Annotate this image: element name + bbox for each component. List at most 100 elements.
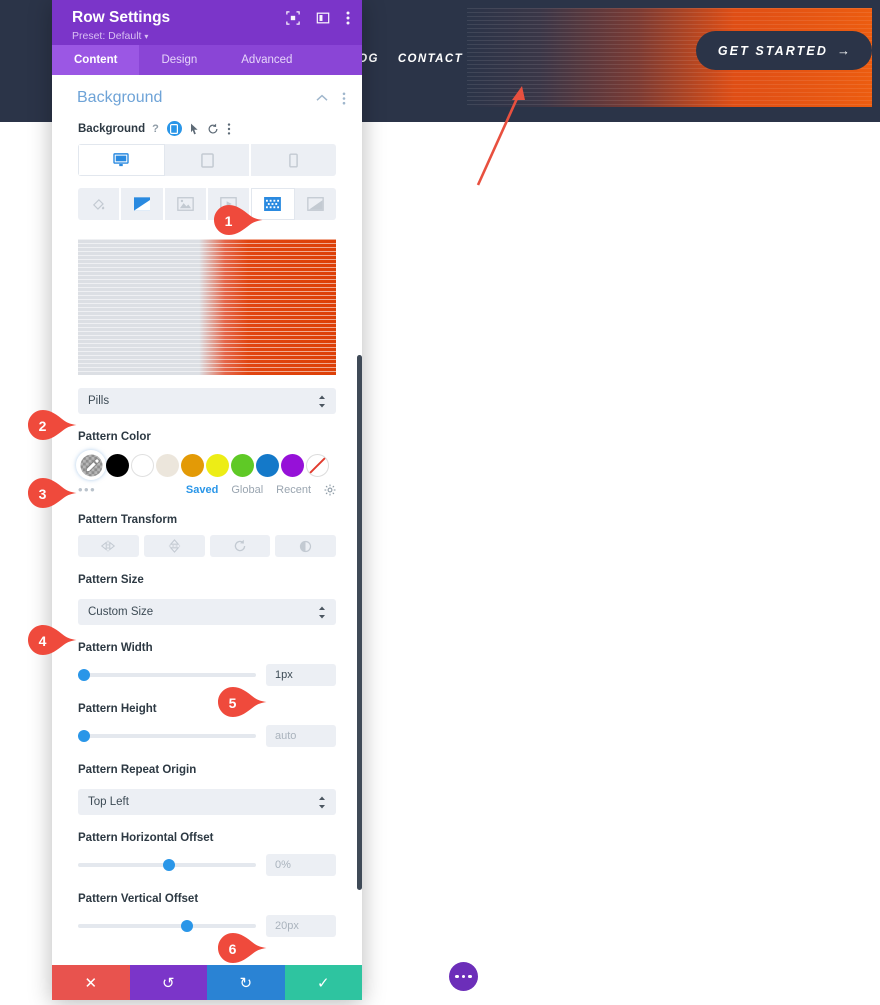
pattern-color-swatch-black[interactable] (106, 453, 129, 477)
pattern-width-value[interactable]: 1px (266, 664, 336, 686)
pattern-color-swatch-none[interactable] (306, 453, 329, 477)
device-tab-desktop[interactable] (78, 144, 165, 176)
device-tab-tablet[interactable] (164, 144, 252, 176)
pattern-color-meta: ••• Saved Global Recent (78, 482, 336, 497)
background-field-label: Background (78, 122, 146, 135)
responsive-toggle-icon[interactable] (166, 121, 182, 136)
pattern-height-value[interactable]: auto (266, 725, 336, 747)
overflow-menu-icon[interactable] (342, 92, 346, 105)
tablet-icon (200, 152, 214, 168)
pattern-width-row: 1px (78, 664, 336, 686)
image-icon (177, 197, 194, 211)
background-type-color-fill[interactable] (78, 188, 122, 220)
pattern-color-swatch-orange[interactable] (181, 453, 204, 477)
modal-header: Row Settings Preset: Default ▾ (52, 0, 362, 45)
pattern-transform-buttons (78, 535, 336, 557)
pattern-vertical-offset-slider[interactable] (78, 920, 256, 932)
pattern-color-swatch-yellow[interactable] (206, 453, 229, 477)
tab-design[interactable]: Design (139, 45, 219, 75)
gear-icon[interactable] (324, 484, 336, 496)
rotate-icon[interactable] (209, 535, 271, 557)
hover-cursor-icon[interactable] (190, 123, 199, 135)
pattern-horizontal-offset-slider[interactable] (78, 859, 256, 871)
undo-button[interactable]: ↺ (129, 965, 207, 1000)
annotation-marker-4: 4 (26, 624, 78, 656)
background-type-mask[interactable] (294, 188, 336, 220)
pattern-size-select[interactable]: Custom Size (78, 599, 336, 625)
pattern-color-eyedropper[interactable] (78, 452, 104, 478)
annotation-arrow-icon (476, 86, 525, 186)
phone-icon (289, 152, 298, 168)
spinner-icon (318, 606, 326, 619)
paint-bucket-icon (93, 198, 105, 210)
reset-icon[interactable] (207, 123, 219, 135)
more-dots-icon (455, 974, 459, 979)
get-started-label: GET STARTED (717, 43, 828, 58)
redo-button[interactable]: ↻ (207, 965, 285, 1000)
more-dots-icon (468, 974, 472, 979)
modal-tabs: Content Design Advanced (52, 45, 362, 75)
preset-selector[interactable]: Preset: Default ▾ (72, 30, 348, 42)
background-type-tabs (78, 188, 336, 220)
color-tab-saved[interactable]: Saved (186, 484, 218, 496)
pattern-height-slider[interactable] (78, 730, 256, 742)
annotation-marker-5: 5 (216, 686, 268, 718)
annotation-marker-3: 3 (26, 477, 78, 509)
spinner-icon (318, 395, 326, 408)
background-section-header[interactable]: Background (52, 75, 362, 117)
more-colors-icon[interactable]: ••• (78, 482, 186, 497)
pattern-width-slider[interactable] (78, 669, 256, 681)
device-tab-phone[interactable] (251, 144, 336, 176)
invert-icon[interactable] (275, 535, 336, 557)
more-dots-icon (461, 974, 466, 979)
background-type-gradient[interactable] (121, 188, 165, 220)
layout-panel-icon[interactable] (316, 11, 330, 25)
section-title: Background (77, 89, 163, 106)
page-options-fab[interactable] (449, 962, 478, 991)
save-button[interactable]: ✓ (284, 965, 362, 1000)
pattern-color-swatch-white[interactable] (131, 453, 154, 477)
pattern-color-swatches (78, 452, 336, 478)
pattern-height-row: auto (78, 725, 336, 747)
tab-content[interactable]: Content (52, 45, 140, 75)
tab-advanced[interactable]: Advanced (219, 45, 314, 75)
modal-header-actions (286, 11, 350, 25)
overflow-menu-icon[interactable] (227, 122, 231, 135)
modal-footer: ✕ ↺ ↻ ✓ (52, 965, 362, 1000)
chevron-down-icon: ▾ (144, 32, 149, 41)
chevron-up-icon[interactable] (316, 94, 328, 102)
pattern-select[interactable]: Pills (78, 388, 336, 414)
spinner-icon (318, 796, 326, 809)
pattern-color-swatch-cream[interactable] (156, 453, 179, 477)
get-started-button[interactable]: GET STARTED → (695, 31, 872, 70)
row-settings-modal: Row Settings Preset: Default ▾ Content D… (52, 0, 362, 1000)
pattern-color-swatch-green[interactable] (231, 453, 254, 477)
fullscreen-icon[interactable] (286, 11, 300, 25)
marker-number: 4 (38, 632, 47, 649)
preset-label: Preset: Default (72, 30, 142, 42)
pattern-repeat-origin-select[interactable]: Top Left (78, 789, 336, 815)
background-type-image[interactable] (164, 188, 208, 220)
pattern-color-swatch-blue[interactable] (256, 453, 279, 477)
nav-item-contact[interactable]: CONTACT (398, 53, 463, 65)
eyedropper-icon (79, 453, 103, 477)
overflow-menu-icon[interactable] (346, 11, 350, 25)
help-icon[interactable]: ? (152, 123, 159, 135)
mask-icon (306, 197, 324, 211)
modal-body: Background Background ? Pills Pattern Co… (52, 75, 362, 965)
arrow-right-icon: → (837, 43, 850, 58)
pattern-color-swatch-purple[interactable] (281, 453, 304, 477)
flip-horizontal-icon[interactable] (78, 535, 139, 557)
cancel-button[interactable]: ✕ (52, 965, 130, 1000)
flip-vertical-icon[interactable] (143, 535, 205, 557)
color-tab-recent[interactable]: Recent (276, 484, 311, 496)
color-tab-global[interactable]: Global (231, 484, 263, 496)
pattern-horizontal-offset-row: 0% (78, 854, 336, 876)
pattern-horizontal-offset-value[interactable]: 0% (266, 854, 336, 876)
settings-scrollbar[interactable] (357, 355, 362, 890)
background-field-icons: ? (152, 121, 231, 136)
pattern-preview (78, 239, 336, 375)
pattern-vertical-offset-value[interactable]: 20px (266, 915, 336, 937)
marker-number: 1 (224, 212, 233, 229)
annotation-marker-2: 2 (26, 409, 78, 441)
